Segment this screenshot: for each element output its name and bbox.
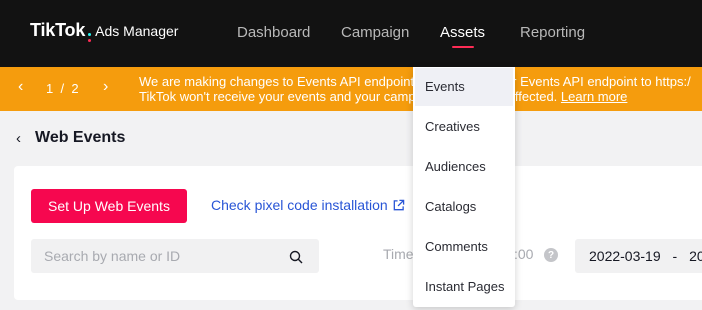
page-current: 1 [46,81,54,96]
nav-assets-label: Assets [440,24,486,41]
nav-dashboard[interactable]: Dashboard [237,24,310,41]
banner-pager: ‹ 1 / 2 › [0,67,126,111]
logo-brand-text: TikTok [30,20,86,40]
search-input[interactable] [31,239,271,273]
date-end: 20 [689,248,702,264]
set-up-web-events-button[interactable]: Set Up Web Events [31,189,187,223]
menu-item-events[interactable]: Events [415,68,513,106]
notice-banner: ‹ 1 / 2 › We are making changes to Event… [0,67,702,111]
date-range-picker[interactable]: 2022-03-19 - 20 [575,239,702,273]
timezone-suffix: :00 [514,246,534,262]
menu-item-audiences[interactable]: Audiences [415,148,513,186]
nav-campaign[interactable]: Campaign [341,24,409,41]
menu-item-instant-pages[interactable]: Instant Pages [415,268,513,306]
logo-product-text: Ads Manager [95,23,179,39]
menu-item-catalogs[interactable]: Catalogs [415,188,513,226]
tiktok-ads-manager-logo[interactable]: TikTok Ads Manager [30,20,178,42]
banner-line-1-right: our Events API endpoint to https:/ [497,74,691,89]
next-notice-chevron-right-icon[interactable]: › [103,79,108,95]
back-chevron-left-icon[interactable]: ‹ [16,130,21,147]
search-field [31,239,319,273]
prev-notice-chevron-left-icon[interactable]: ‹ [18,79,23,95]
banner-line-1-left: We are making changes to Events API endp… [139,74,418,89]
page-total: 2 [71,81,79,96]
date-start: 2022-03-19 [589,248,661,264]
learn-more-link[interactable]: Learn more [561,89,627,104]
check-pixel-link-label: Check pixel code installation [211,197,388,213]
web-events-card: Set Up Web Events Check pixel code insta… [14,166,702,300]
assets-dropdown-menu: Events Creatives Audiences Catalogs Comm… [413,67,515,307]
page-title: Web Events [35,129,126,146]
nav-reporting[interactable]: Reporting [520,24,585,41]
date-separator: - [672,248,678,264]
search-icon[interactable] [289,250,303,264]
help-icon[interactable]: ? [544,248,558,262]
page-header: ‹ Web Events [16,126,125,150]
logo-colon-icon [88,33,92,42]
page-separator: / [60,81,65,96]
top-navigation-bar: TikTok Ads Manager Dashboard Campaign As… [0,0,702,67]
check-pixel-installation-link[interactable]: Check pixel code installation [211,197,405,213]
external-link-icon [393,199,404,210]
active-nav-underline [451,46,474,48]
banner-page-count: 1 / 2 [46,81,79,96]
banner-line-2-left: TikTok won't receive your events and you… [139,89,416,104]
nav-assets[interactable]: Assets [440,24,486,48]
time-filter-label: Time [383,246,414,262]
menu-item-creatives[interactable]: Creatives [415,108,513,146]
menu-item-comments[interactable]: Comments [415,228,513,266]
